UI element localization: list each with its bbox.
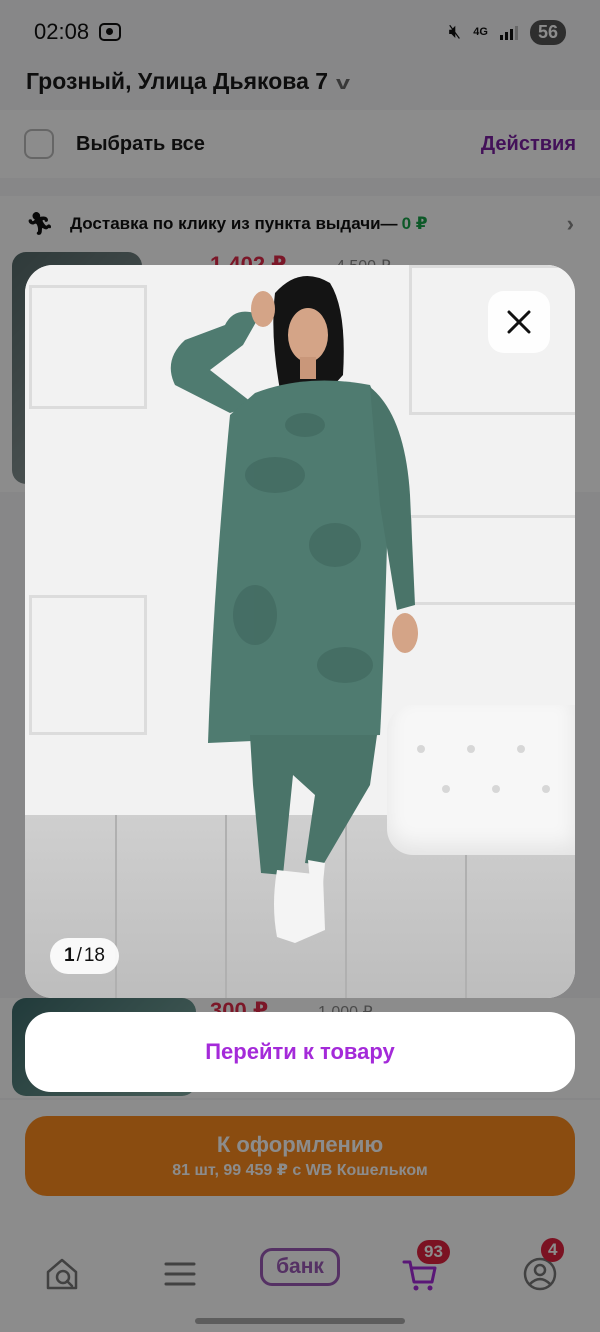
photo-counter-separator: / [76,945,82,966]
photo-total: 18 [83,945,105,966]
go-to-product-button[interactable]: Перейти к товару [25,1012,575,1092]
close-viewer-button[interactable] [488,291,550,353]
photo-current-index: 1 [64,945,75,966]
close-icon [507,310,531,334]
photo-counter: 1 / 18 [50,938,119,974]
model-figure [170,275,418,943]
product-photo[interactable] [25,265,575,998]
